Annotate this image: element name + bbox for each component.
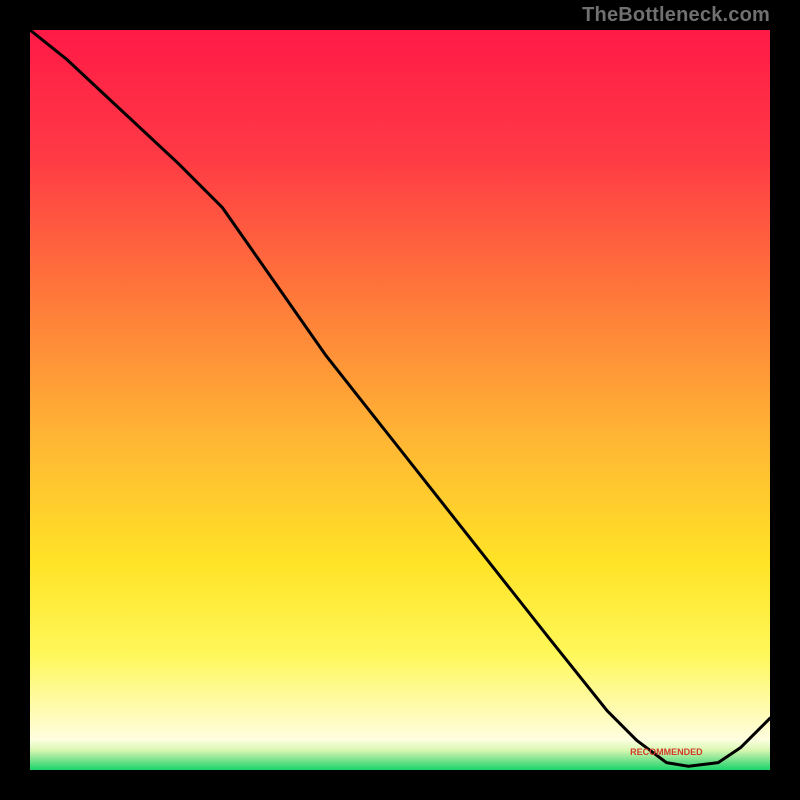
watermark-text: TheBottleneck.com [582, 4, 770, 27]
recommended-annotation: RECOMMENDED [630, 747, 703, 757]
chart-svg: RECOMMENDED [30, 30, 770, 770]
chart-frame: RECOMMENDED TheBottleneck.com [0, 0, 800, 800]
plot-area: RECOMMENDED [30, 30, 770, 770]
heat-background [30, 30, 770, 740]
